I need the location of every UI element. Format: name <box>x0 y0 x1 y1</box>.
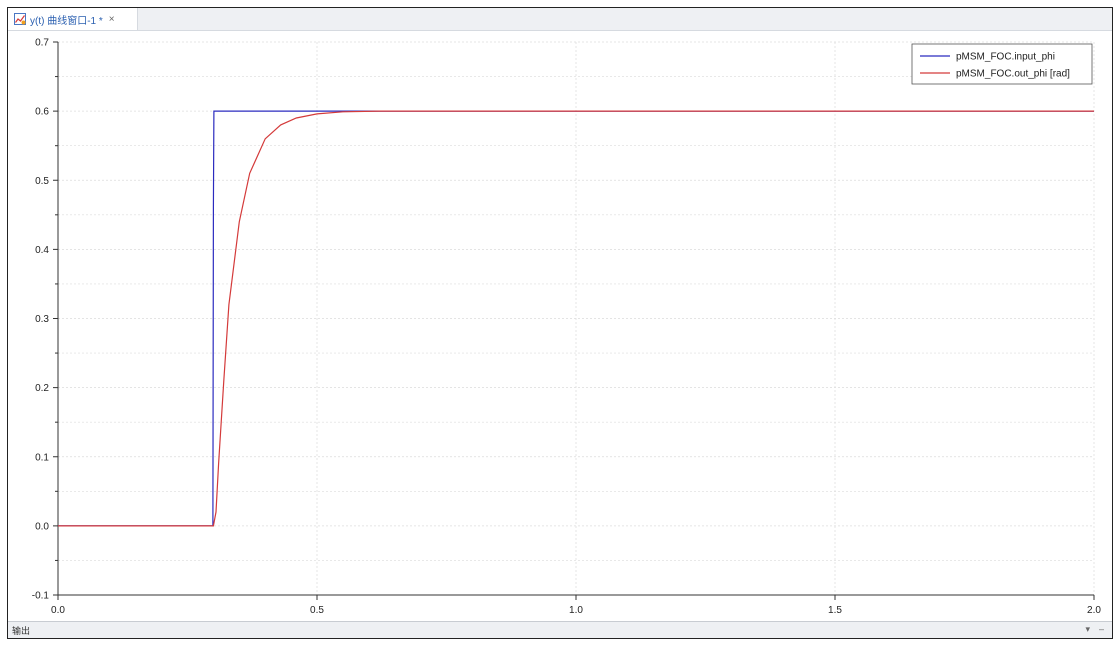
legend-label: pMSM_FOC.out_phi [rad] <box>956 69 1070 80</box>
chart-icon <box>14 13 26 25</box>
x-tick-label: 1.0 <box>569 605 583 616</box>
close-icon[interactable]: × <box>109 14 115 25</box>
legend-label: pMSM_FOC.input_phi <box>956 52 1055 63</box>
tab-bar: y(t) 曲线窗口-1 * × <box>8 8 1112 31</box>
chevron-down-icon[interactable]: ▾ <box>1085 624 1090 635</box>
y-tick-label: 0.4 <box>35 245 49 256</box>
minimize-icon[interactable]: – <box>1099 624 1104 634</box>
output-panel-bar: 输出 ▾ – <box>8 621 1112 638</box>
x-tick-label: 1.5 <box>828 605 842 616</box>
y-tick-label: 0.5 <box>35 176 49 187</box>
x-tick-label: 0.0 <box>51 605 65 616</box>
plot-area[interactable]: -0.1 0.0 0.1 0.2 0.3 0.4 0.5 0.6 0.7 0.0 0.5 1.0 1.5… <box>8 30 1112 621</box>
x-tick-label: 0.5 <box>310 605 324 616</box>
y-tick-label: -0.1 <box>32 591 50 602</box>
y-tick-label: 0.1 <box>35 452 49 463</box>
y-tick-label: 0.0 <box>35 521 49 532</box>
y-tick-label: 0.2 <box>35 383 49 394</box>
y-tick-label: 0.6 <box>35 107 49 118</box>
y-tick-label: 0.3 <box>35 314 49 325</box>
y-tick-label: 0.7 <box>35 38 49 49</box>
chart-window: y(t) 曲线窗口-1 * × -0.1 0.0 0.1 0.2 0.3 0.4 0.5 0.… <box>7 7 1113 639</box>
line-chart: -0.10.00.10.20.30.40.50.60.70.0 0.5 1.0 1.5… <box>32 38 1102 617</box>
output-panel-label: 输出 <box>12 626 31 636</box>
tab-curve-window[interactable]: y(t) 曲线窗口-1 * × <box>8 8 138 30</box>
tab-title: y(t) 曲线窗口-1 * <box>30 15 103 27</box>
x-tick-label: 2.0 <box>1087 605 1101 616</box>
